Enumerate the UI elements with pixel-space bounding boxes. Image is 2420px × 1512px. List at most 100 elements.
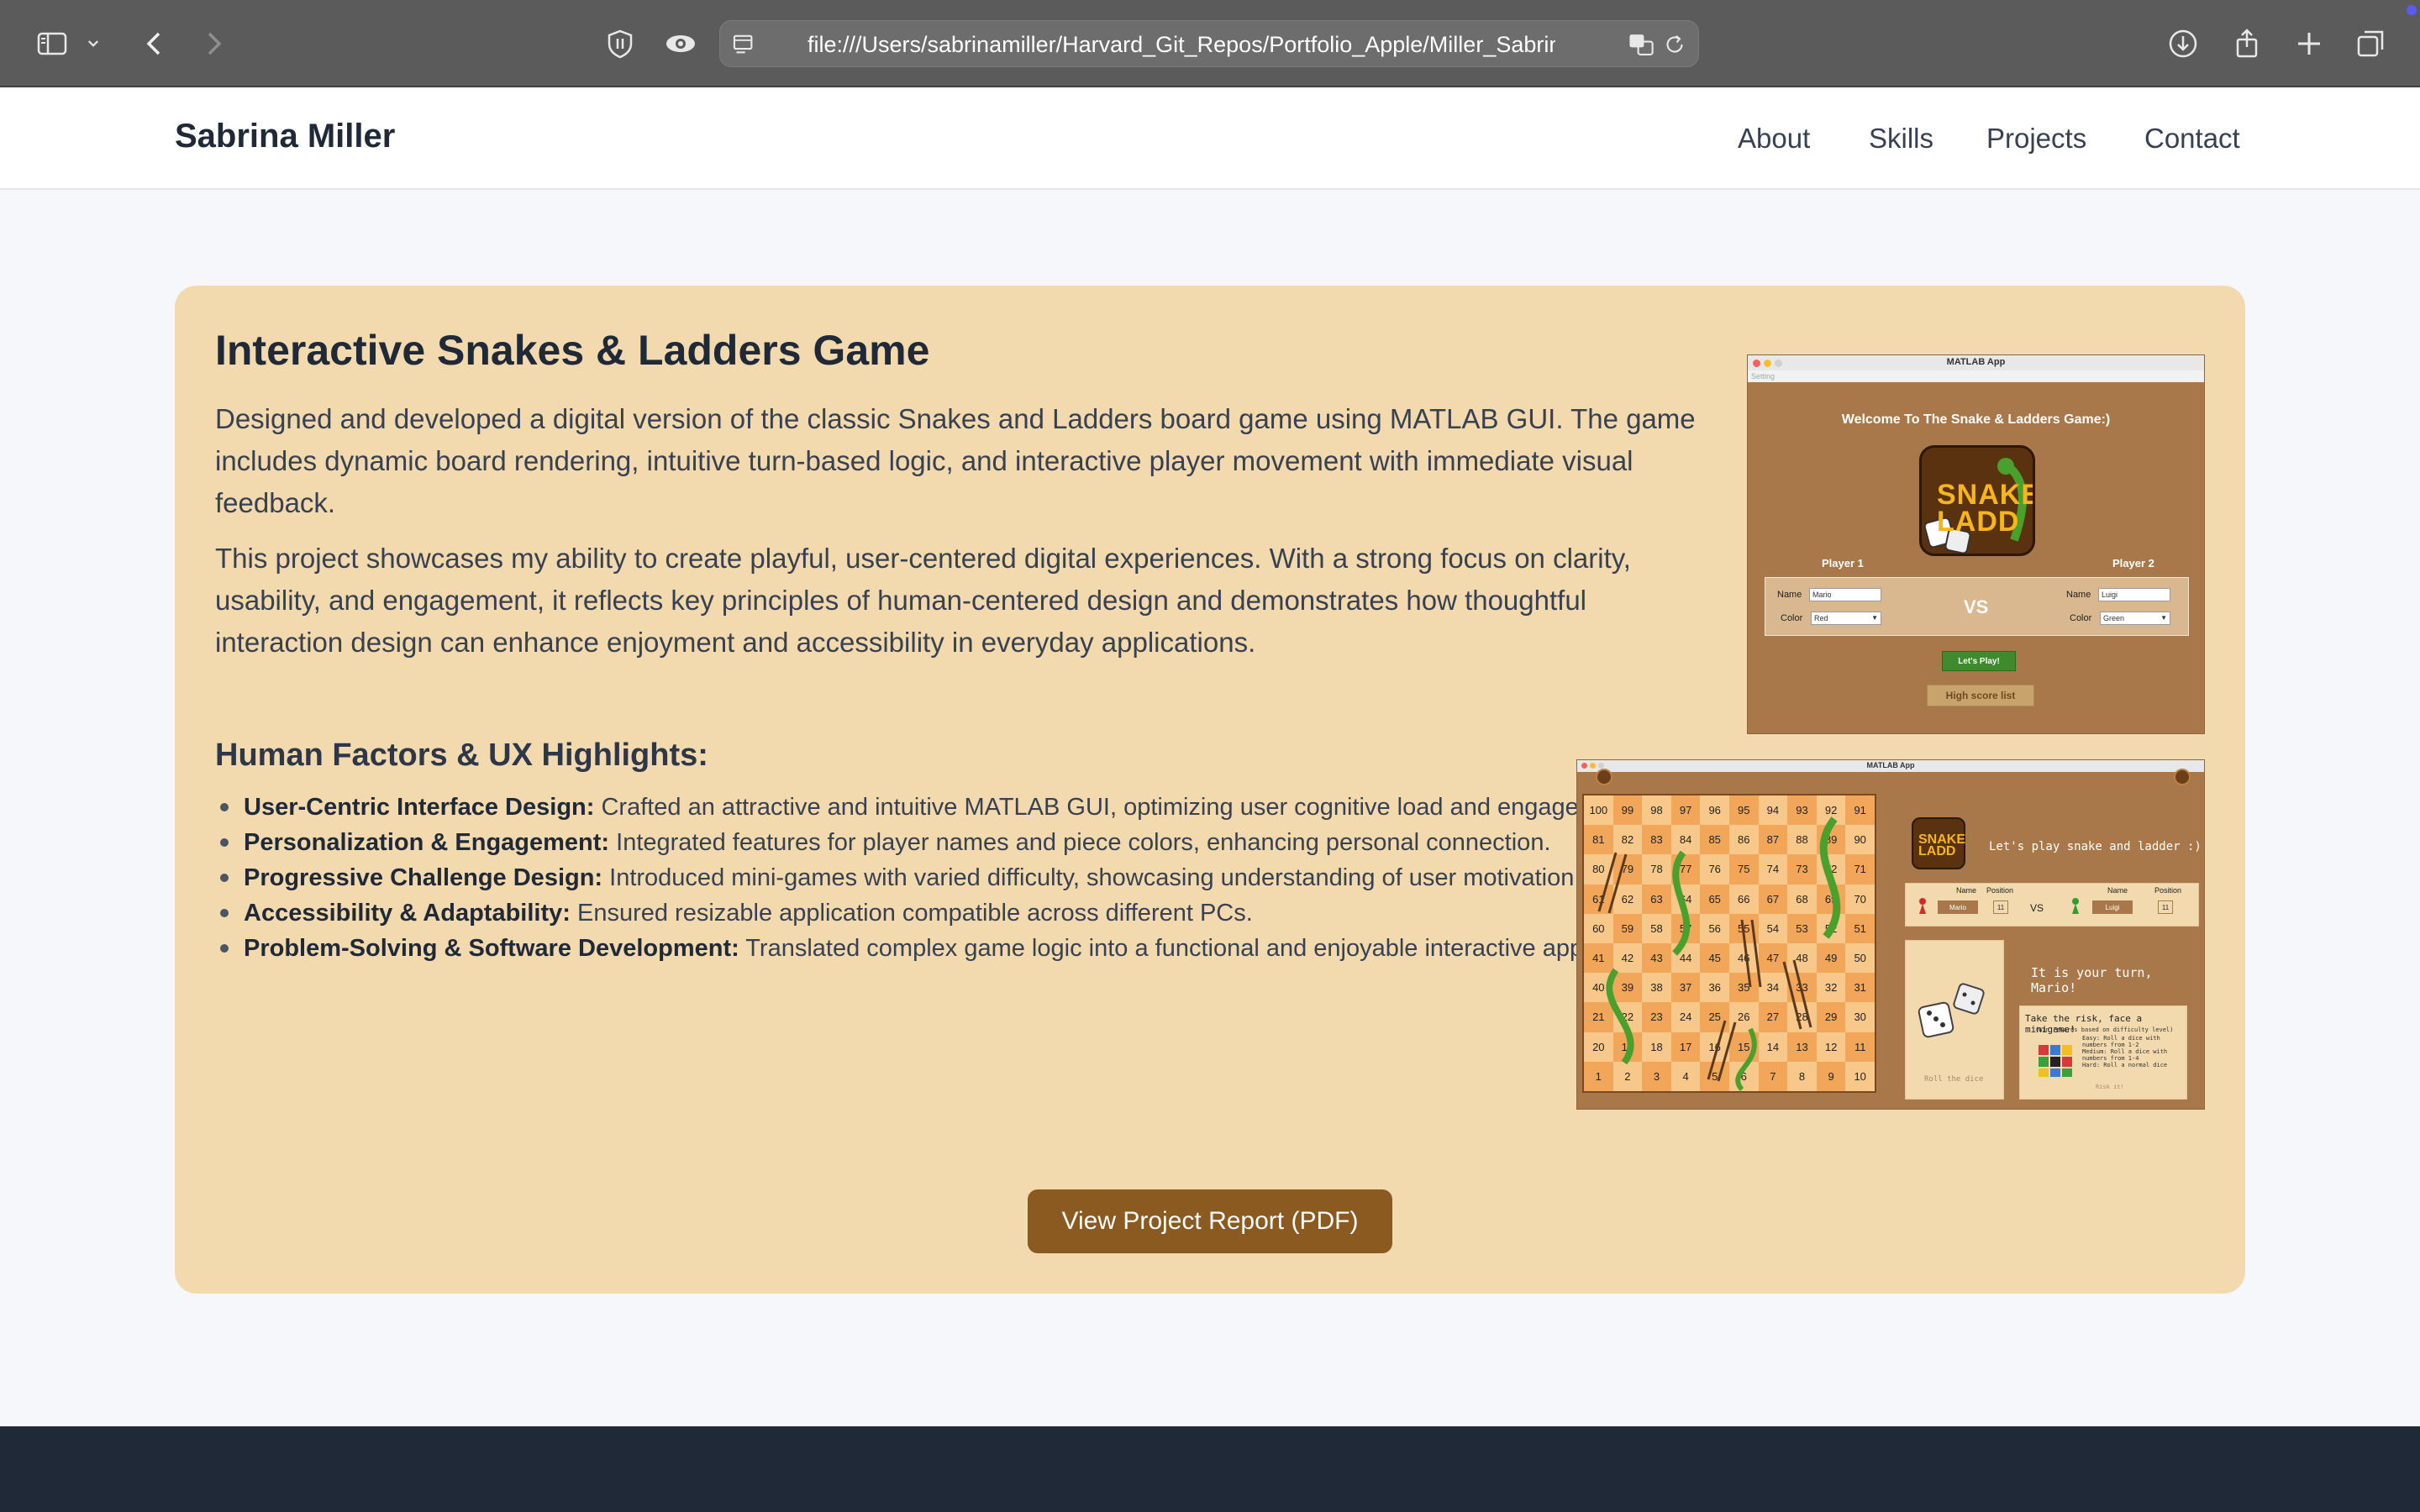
notification-dot <box>2407 5 2417 15</box>
minigame-panel: Take the risk, face a minigame! (Win rew… <box>2019 1005 2187 1100</box>
highlight-label: Personalization & Engagement: <box>244 829 610 856</box>
highlight-label: Problem-Solving & Software Development: <box>244 935 739 962</box>
highlight-text: Integrated features for player names and… <box>609 829 1551 856</box>
nav-link-projects[interactable]: Projects <box>1986 123 2086 155</box>
highlight-label: Accessibility & Adaptability: <box>244 900 571 927</box>
translate-icon[interactable] <box>1624 28 1658 61</box>
game-board-screenshot: MATLAB App 100 99 98 97 96 95 94 93 92 91 81 82 83 84… <box>1576 759 2205 1110</box>
project-description: Designed and developed a digital version… <box>215 403 1696 518</box>
player1-color-select[interactable]: Red ▼ <box>1811 612 1881 625</box>
player1-name-field[interactable]: Mario <box>1809 588 1881 601</box>
position-label: Position <box>2154 886 2182 895</box>
tab-overview-icon[interactable] <box>2353 25 2390 62</box>
reader-eye-icon[interactable] <box>662 25 699 62</box>
url-text[interactable]: file:///Users/sabrinamiller/Harvard_Git_… <box>808 32 1555 58</box>
risk-line: Easy: Roll a dice with <box>2082 1035 2160 1042</box>
name-label: Name <box>1956 886 1977 895</box>
player-position-panel: Name Position Mario 11 VS Name Position … <box>1905 883 2199 927</box>
game-setup-screenshot: MATLAB App Setting Welcome To The Snake … <box>1747 354 2205 734</box>
position-label: Position <box>1986 886 2014 895</box>
site-header: Sabrina Miller About Skills Projects Con… <box>0 89 2420 190</box>
reload-icon[interactable] <box>1658 28 1691 61</box>
browser-toolbar: file:///Users/sabrinamiller/Harvard_Git_… <box>0 0 2420 87</box>
name-label: Name <box>2107 886 2128 895</box>
project-summary: This project showcases my ability to cre… <box>215 543 1631 658</box>
list-item: Progressive Challenge Design: Introduced… <box>215 860 1694 895</box>
color-label: Color <box>1781 613 1803 623</box>
snake-ladder-logo: SNAKE LADD <box>1912 817 1965 869</box>
highlight-label: User-Centric Interface Design: <box>244 794 595 821</box>
address-bar[interactable]: file:///Users/sabrinamiller/Harvard_Git_… <box>719 20 1699 67</box>
roll-dice-button[interactable]: Roll the dice <box>1924 1075 1983 1084</box>
info-icon[interactable] <box>2174 769 2191 785</box>
downloads-icon[interactable] <box>2165 25 2202 62</box>
lets-play-button[interactable]: Let's Play! <box>1942 651 2016 671</box>
player-setup-panel: Name Mario Color Red ▼ VS Name Luigi Colo… <box>1765 577 2189 636</box>
site-brand[interactable]: Sabrina Miller <box>175 118 395 155</box>
player2-color-select[interactable]: Green ▼ <box>2100 612 2170 625</box>
risk-line: (Win rewards based on difficulty level) <box>2035 1026 2174 1033</box>
risk-line: numbers from 1-4 <box>2082 1055 2139 1062</box>
project-card: Interactive Snakes & Ladders Game Design… <box>175 286 2245 1294</box>
risk-line: numbers from 1-2 <box>2082 1042 2139 1048</box>
privacy-shield-icon[interactable] <box>602 25 639 62</box>
risk-line: Medium: Roll a dice with <box>2082 1048 2168 1055</box>
high-score-button[interactable]: High score list <box>1927 685 2034 706</box>
vs-label: VS <box>1964 596 1989 617</box>
turn-message: It is your turn, Mario! <box>2031 965 2153 995</box>
player1-name: Mario <box>1938 900 1978 914</box>
chevron-down-icon[interactable] <box>81 25 106 62</box>
page-menu-icon[interactable] <box>727 28 760 61</box>
share-icon[interactable] <box>2228 25 2265 62</box>
board-header: Let's play snake and ladder :) <box>1989 840 2202 853</box>
forward-icon[interactable] <box>195 25 232 62</box>
nav-link-skills[interactable]: Skills <box>1869 123 1933 155</box>
window-title: MATLAB App <box>1946 357 2006 367</box>
list-item: Problem-Solving & Software Development: … <box>215 931 1694 966</box>
highlights-list: User-Centric Interface Design: Crafted a… <box>215 790 1694 966</box>
risk-line: Hard: Roll a normal dice <box>2082 1062 2168 1068</box>
menu-setting: Setting <box>1748 370 2204 382</box>
highlight-text: Translated complex game logic into a fun… <box>739 935 1666 962</box>
window-titlebar: MATLAB App <box>1577 760 2204 772</box>
nav-link-about[interactable]: About <box>1738 123 1810 155</box>
highlights-heading: Human Factors & UX Highlights: <box>215 738 708 773</box>
red-pawn-icon <box>1919 898 1926 914</box>
dice-icon[interactable] <box>1906 941 2005 1067</box>
list-item: User-Centric Interface Design: Crafted a… <box>215 790 1694 825</box>
player1-position: 11 <box>1993 900 2008 914</box>
logo-lettering: SNAKE LADD <box>1937 479 2035 538</box>
highlight-text: Introduced mini-games with varied diffic… <box>602 864 1581 891</box>
dice-panel[interactable]: Roll the dice <box>1905 940 2004 1100</box>
player2-position: 11 <box>2158 900 2173 914</box>
player1-label: Player 1 <box>1822 557 1864 570</box>
window-titlebar: MATLAB App <box>1748 355 2204 370</box>
snakes-ladders-overlay <box>1597 816 1841 1092</box>
name-label: Name <box>2066 590 2091 600</box>
vs-label: VS <box>2030 902 2044 914</box>
highlight-label: Progressive Challenge Design: <box>244 864 603 891</box>
risk-it-button[interactable]: Risk it! <box>2096 1084 2124 1090</box>
player2-name: Luigi <box>2092 900 2133 914</box>
highlight-text: Ensured resizable application compatible… <box>570 900 1253 927</box>
name-label: Name <box>1777 590 1802 600</box>
back-icon[interactable] <box>136 25 173 62</box>
highlight-text: Crafted an attractive and intuitive MATL… <box>594 794 1640 821</box>
project-title: Interactive Snakes & Ladders Game <box>215 327 930 374</box>
new-tab-icon[interactable] <box>2291 25 2328 62</box>
player2-name-field[interactable]: Luigi <box>2098 588 2170 601</box>
list-item: Accessibility & Adaptability: Ensured re… <box>215 895 1694 931</box>
sidebar-icon[interactable] <box>34 25 71 62</box>
settings-icon[interactable] <box>1596 769 1612 785</box>
green-pawn-icon <box>2072 898 2079 914</box>
player2-label: Player 2 <box>2112 557 2154 570</box>
logo-lettering: SNAKE LADD <box>1918 832 1966 858</box>
view-report-button[interactable]: View Project Report (PDF) <box>1028 1189 1392 1253</box>
color-label: Color <box>2070 613 2092 623</box>
window-title: MATLAB App <box>1866 761 1915 769</box>
list-item: Personalization & Engagement: Integrated… <box>215 825 1694 860</box>
site-footer <box>0 1426 2420 1512</box>
minigame-icon <box>2039 1045 2072 1077</box>
nav-link-contact[interactable]: Contact <box>2144 123 2240 155</box>
snake-ladder-logo: SNAKE LADD <box>1919 445 2035 556</box>
